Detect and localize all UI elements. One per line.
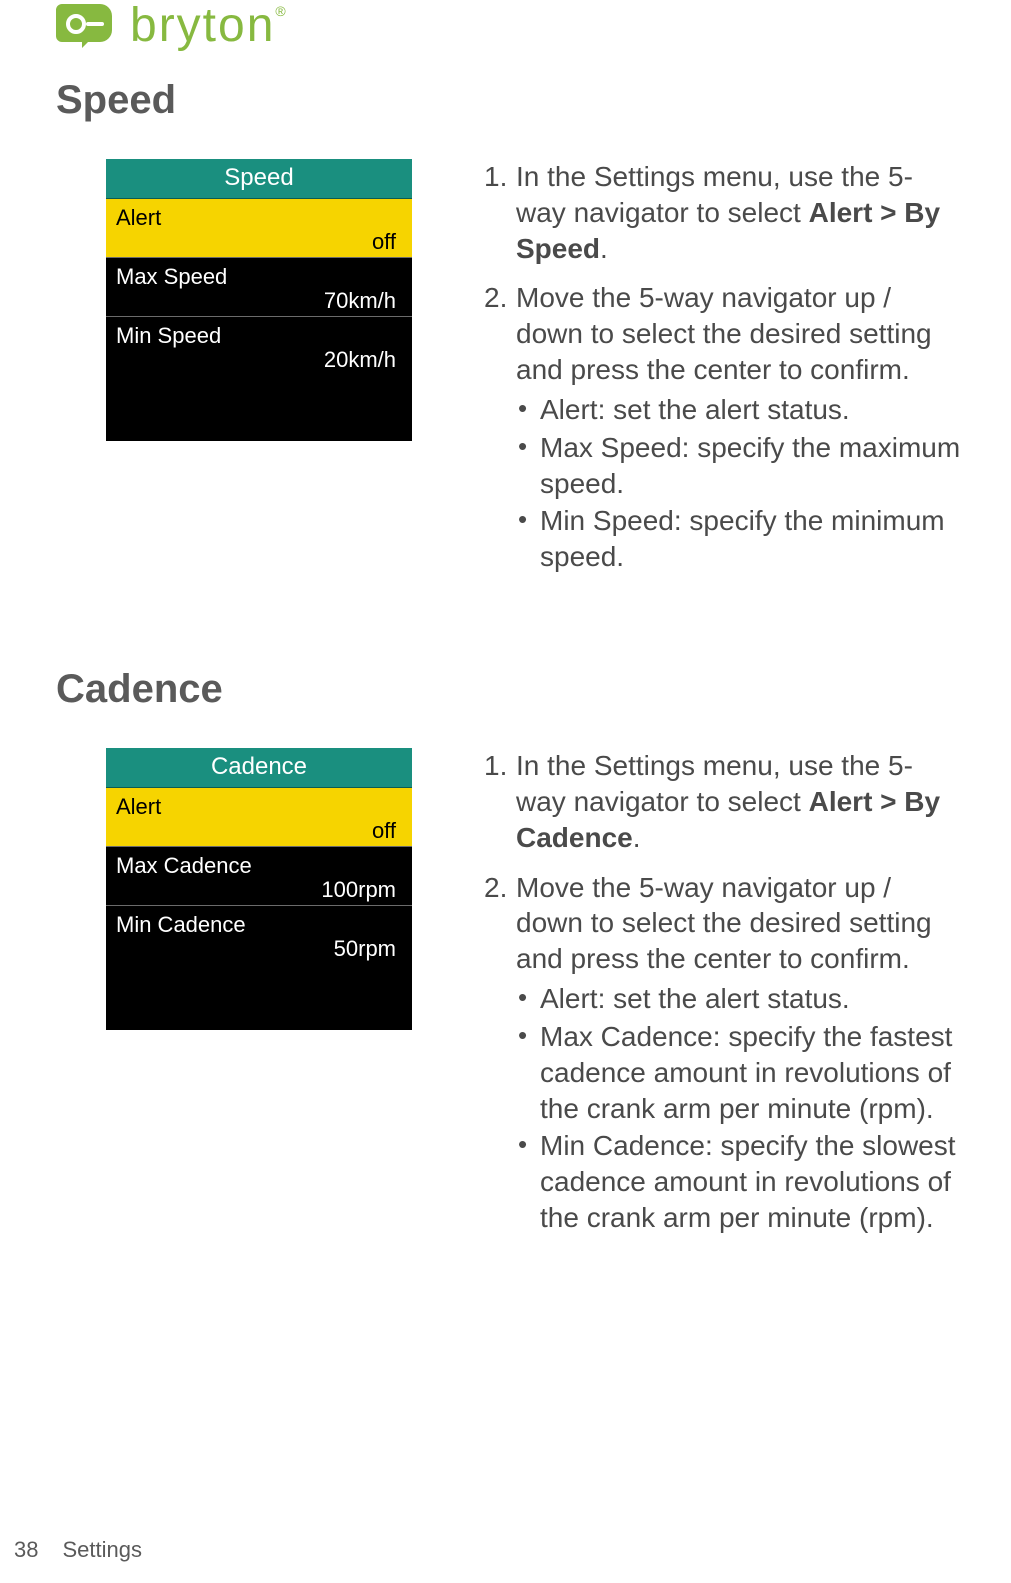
device-row-alert: Alert off [106, 788, 412, 847]
step-2: 2.Move the 5-way navigator up / down to … [484, 280, 961, 575]
instructions-cadence: 1.In the Settings menu, use the 5-way na… [484, 748, 961, 1250]
device-list: Alert off Max Cadence 100rpm Min Cadence… [106, 788, 412, 964]
bullet: Max Cadence: specify the fastest cadence… [516, 1019, 961, 1126]
device-row-alert: Alert off [106, 199, 412, 258]
device-screenshot-speed: Speed Alert off Max Speed 70km/h Min Spe… [106, 159, 412, 441]
device-row-value: 20km/h [116, 347, 402, 373]
device-row-max: Max Speed 70km/h [106, 258, 412, 317]
brand-wordmark: bryton® [130, 2, 288, 50]
page-number: 38 [14, 1537, 38, 1563]
bullet: Max Speed: specify the maximum speed. [516, 430, 961, 502]
device-title: Speed [106, 159, 412, 199]
instructions-speed: 1.In the Settings menu, use the 5-way na… [484, 159, 961, 589]
device-row-value: off [116, 818, 402, 844]
bullet: Alert: set the alert status. [516, 981, 961, 1017]
device-row-value: 70km/h [116, 288, 402, 314]
bullet: Min Cadence: specify the slowest cadence… [516, 1128, 961, 1235]
section-title-cadence: Cadence [56, 667, 961, 712]
device-row-label: Min Cadence [116, 912, 402, 938]
step-2: 2.Move the 5-way navigator up / down to … [484, 870, 961, 1236]
device-row-value: 100rpm [116, 877, 402, 903]
device-row-label: Max Speed [116, 264, 402, 290]
brand-logo-icon [56, 4, 112, 48]
section-speed: Speed Speed Alert off Max Speed 70km/h M… [56, 78, 961, 589]
device-row-label: Max Cadence [116, 853, 402, 879]
device-row-label: Alert [116, 794, 402, 820]
bullet: Alert: set the alert status. [516, 392, 961, 428]
device-row-label: Min Speed [116, 323, 402, 349]
step-1: 1.In the Settings menu, use the 5-way na… [484, 748, 961, 855]
bullet: Min Speed: specify the minimum speed. [516, 503, 961, 575]
device-title: Cadence [106, 748, 412, 788]
footer-section: Settings [62, 1537, 142, 1563]
device-row-value: off [116, 229, 402, 255]
section-title-speed: Speed [56, 78, 961, 123]
device-row-value: 50rpm [116, 936, 402, 962]
device-list: Alert off Max Speed 70km/h Min Speed 20k… [106, 199, 412, 375]
section-cadence: Cadence Cadence Alert off Max Cadence 10… [56, 667, 961, 1250]
page-footer: 38 Settings [14, 1537, 142, 1563]
step-1: 1.In the Settings menu, use the 5-way na… [484, 159, 961, 266]
device-row-min: Min Speed 20km/h [106, 317, 412, 375]
device-screenshot-cadence: Cadence Alert off Max Cadence 100rpm Min… [106, 748, 412, 1030]
device-row-min: Min Cadence 50rpm [106, 906, 412, 964]
device-row-max: Max Cadence 100rpm [106, 847, 412, 906]
device-row-label: Alert [116, 205, 402, 231]
brand-header: bryton® [56, 0, 961, 50]
